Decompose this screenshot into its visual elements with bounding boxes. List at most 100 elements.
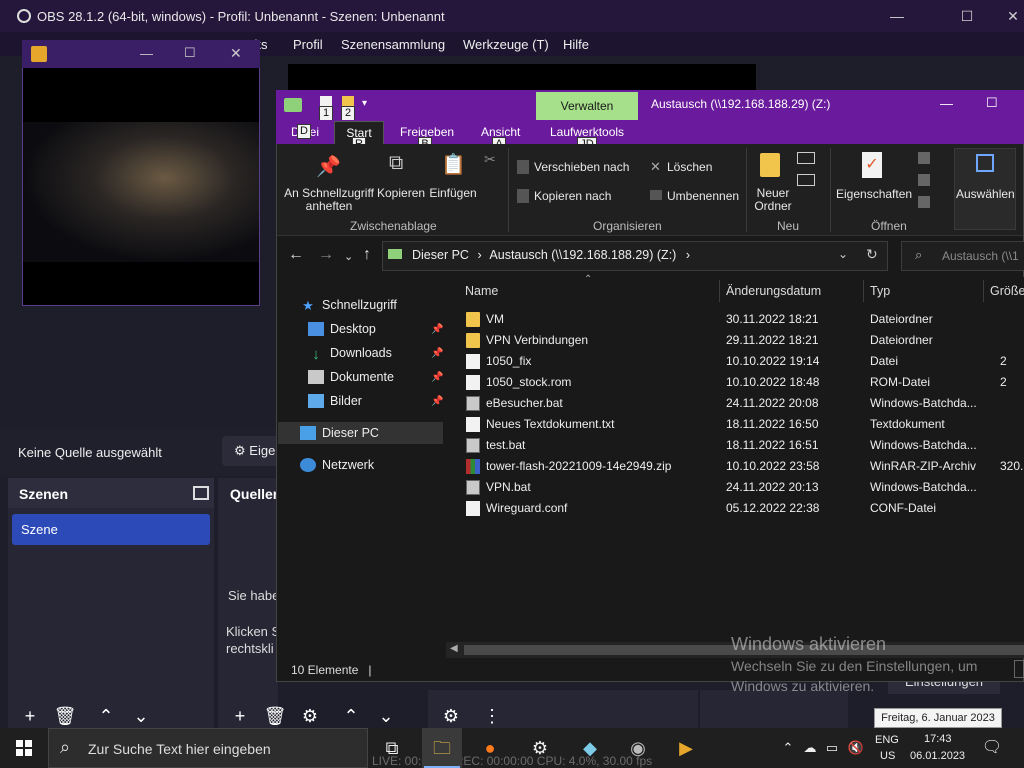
scene-list-item[interactable]: Szene (12, 514, 210, 545)
minimize-icon[interactable]: — (940, 96, 953, 111)
move-down-icon[interactable]: ⌄ (129, 704, 153, 728)
pin-icon[interactable]: 📌 (431, 396, 443, 407)
select-button[interactable]: Auswählen (956, 187, 1015, 201)
paste-icon[interactable]: 📋 (441, 152, 466, 177)
file-row[interactable]: VPN.bat 24.11.2022 20:13 Windows-Batchda..… (462, 477, 1024, 498)
file-row[interactable]: VPN Verbindungen 29.11.2022 18:21 Dateiord… (462, 330, 1024, 351)
menu-werkzeuge[interactable]: Werkzeuge (T) (463, 37, 549, 52)
app-icon[interactable]: ◆ (578, 736, 602, 760)
settings-icon[interactable]: ⚙ (528, 736, 552, 760)
file-explorer-icon[interactable]: 🗀 (430, 736, 454, 760)
maximize-icon[interactable]: ☐ (184, 45, 196, 61)
refresh-icon[interactable]: ↻ (866, 246, 878, 263)
nav-network[interactable]: Netzwerk (300, 454, 374, 476)
customize-qa-icon[interactable]: ▾ (362, 98, 367, 109)
task-view-icon[interactable]: ⧉ (380, 736, 404, 760)
clock-time[interactable]: 17:43 (924, 733, 952, 745)
menu-szenensammlung[interactable]: Szenensammlung (341, 37, 445, 52)
nav-quick-access[interactable]: ★ Schnellzugriff (300, 294, 397, 316)
delete-button[interactable]: Löschen (667, 160, 712, 174)
scroll-left-icon[interactable]: ◀ (450, 643, 458, 654)
remove-scene-icon[interactable]: 🗑 (53, 704, 77, 728)
close-icon[interactable]: ✕ (230, 45, 242, 62)
mixer-settings-icon[interactable]: ⚙ (439, 704, 463, 728)
address-dropdown-icon[interactable]: ⌄ (838, 247, 848, 261)
obs-icon[interactable]: ◉ (626, 736, 650, 760)
pin-icon[interactable]: 📌 (431, 348, 443, 359)
file-row[interactable]: Wireguard.conf 05.12.2022 22:38 CONF-Datei (462, 498, 1024, 519)
column-type[interactable]: Typ (870, 284, 890, 298)
breadcrumb-drive[interactable]: Austausch (\\192.168.188.29) (Z:) (489, 248, 676, 262)
file-row[interactable]: test.bat 18.11.2022 16:51 Windows-Batchda.… (462, 435, 1024, 456)
new-item-icon[interactable] (797, 152, 815, 164)
nav-this-pc[interactable]: Dieser PC (300, 422, 379, 444)
file-row[interactable]: VM 30.11.2022 18:21 Dateiordner (462, 309, 1024, 330)
close-icon[interactable]: ✕ (990, 0, 1024, 32)
column-separator[interactable] (719, 280, 720, 302)
recent-locations-icon[interactable]: ⌄ (344, 250, 353, 263)
up-icon[interactable]: ↑ (363, 246, 371, 264)
properties-check-icon[interactable]: ✓ (862, 152, 882, 178)
column-separator[interactable] (983, 280, 984, 302)
vlc-taskbar-icon[interactable]: ▶ (674, 736, 698, 760)
tray-expand-icon[interactable]: ⌃ (776, 736, 800, 760)
pin-icon[interactable]: 📌 (431, 372, 443, 383)
clock-date[interactable]: 06.01.2023 (910, 750, 965, 762)
maximize-icon[interactable]: ☐ (944, 0, 990, 32)
file-row[interactable]: 1050_fix 10.10.2022 19:14 Datei 2 (462, 351, 1024, 372)
input-layout[interactable]: US (880, 750, 895, 762)
undock-icon[interactable] (193, 486, 209, 500)
column-date[interactable]: Änderungsdatum (726, 284, 821, 298)
file-row[interactable]: tower-flash-20221009-14e2949.zip 10.10.20… (462, 456, 1024, 477)
menu-hilfe[interactable]: Hilfe (563, 37, 589, 52)
more-options-icon[interactable]: ⋮ (480, 704, 504, 728)
nav-pictures[interactable]: Bilder (308, 390, 362, 412)
cut-icon[interactable]: ✂ (484, 151, 496, 168)
start-button[interactable] (0, 728, 48, 768)
maximize-icon[interactable]: ☐ (986, 95, 998, 111)
column-separator[interactable] (863, 280, 864, 302)
add-scene-icon[interactable]: + (18, 704, 42, 728)
properties-button[interactable]: ⚙ Eige (222, 436, 282, 466)
network-tray-icon[interactable]: ▭ (820, 736, 844, 760)
onedrive-icon[interactable]: ☁ (798, 736, 822, 760)
copy-to-button[interactable]: Kopieren nach (534, 189, 611, 203)
move-to-button[interactable]: Verschieben nach (534, 160, 629, 174)
volume-muted-icon[interactable]: 🔇 (844, 736, 868, 760)
breadcrumb-this-pc[interactable]: Dieser PC (412, 248, 469, 262)
input-language[interactable]: ENG (875, 734, 899, 746)
source-settings-icon[interactable]: ⚙ (298, 704, 322, 728)
source-up-icon[interactable]: ⌃ (339, 704, 363, 728)
remove-source-icon[interactable]: 🗑 (263, 704, 287, 728)
notifications-icon[interactable]: 🗨 (980, 736, 1004, 760)
details-view-icon[interactable] (1014, 660, 1024, 678)
back-icon[interactable]: ← (288, 246, 304, 264)
new-folder-button[interactable]: Neuer Ordner (750, 187, 796, 213)
address-breadcrumb[interactable]: Dieser PC › Austausch (\\192.168.188.29)… (388, 248, 690, 262)
rename-button[interactable]: Umbenennen (667, 189, 739, 203)
minimize-icon[interactable]: — (874, 0, 920, 32)
new-folder-icon[interactable] (760, 153, 780, 177)
copy-icon[interactable]: ⧉ (389, 152, 403, 175)
edit-icon[interactable] (918, 174, 930, 186)
nav-documents[interactable]: Dokumente (308, 366, 394, 388)
minimize-icon[interactable]: — (140, 46, 153, 61)
pin-icon[interactable]: 📌 (431, 324, 443, 335)
column-size[interactable]: Größe (990, 284, 1024, 298)
properties-ribbon-button[interactable]: Eigenschaften (836, 187, 912, 201)
nav-desktop[interactable]: Desktop (308, 318, 376, 340)
history-icon[interactable] (918, 196, 930, 208)
firefox-icon[interactable]: ● (478, 736, 502, 760)
file-row[interactable]: Neues Textdokument.txt 18.11.2022 16:50 Te… (462, 414, 1024, 435)
paste-button[interactable]: Einfügen (428, 187, 478, 200)
column-name[interactable]: Name (465, 284, 498, 298)
easy-access-icon[interactable] (797, 174, 815, 186)
forward-icon[interactable]: → (318, 246, 334, 264)
tab-verwalten[interactable]: Verwalten (536, 92, 638, 120)
copy-button[interactable]: Kopieren (377, 187, 425, 200)
open-icon[interactable] (918, 152, 930, 164)
pin-quick-access-button[interactable]: An Schnellzugriff anheften (283, 187, 375, 213)
pin-icon[interactable]: 📌 (316, 154, 341, 179)
menu-profil[interactable]: Profil (293, 37, 323, 52)
file-row[interactable]: 1050_stock.rom 10.10.2022 18:48 ROM-Datei 2 (462, 372, 1024, 393)
